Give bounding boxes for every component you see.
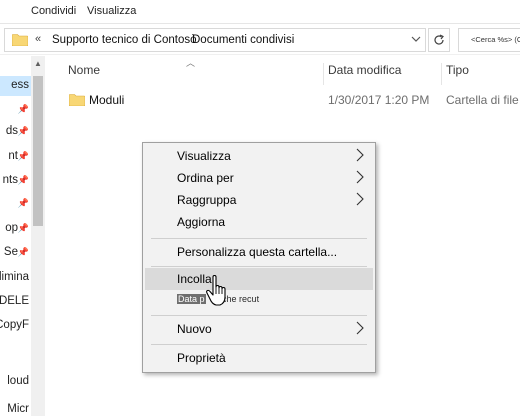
file-name: Moduli xyxy=(89,93,125,107)
navigation-pane: ess 📌 ds📌 nt📌 nts📌 📌 op📌 Se📌 f elimina D… xyxy=(0,56,31,416)
address-row: « Supporto tecnico di Contosò Documenti … xyxy=(0,25,520,55)
pin-icon: 📌 xyxy=(17,151,29,161)
nav-scrollbar[interactable]: ▲ xyxy=(31,56,45,416)
scroll-up-icon[interactable]: ▲ xyxy=(31,56,45,72)
menu-item-new[interactable]: Nuovo xyxy=(145,318,373,340)
menu-separator xyxy=(151,238,367,239)
breadcrumb-item[interactable]: Documenti condivisi xyxy=(192,34,294,46)
nav-item[interactable]: 📌 xyxy=(0,100,31,120)
search-input[interactable]: <Cerca %s> (Ct xyxy=(458,28,520,52)
column-header-type[interactable]: Tipo xyxy=(441,63,520,85)
submenu-arrow-icon xyxy=(356,321,364,335)
nav-item[interactable]: f elimina xyxy=(0,268,31,288)
nav-item[interactable]: CopyF xyxy=(0,316,31,336)
nav-item[interactable]: op 📌 xyxy=(0,219,31,239)
back-chevron-icon[interactable]: « xyxy=(35,33,41,45)
pin-icon: 📌 xyxy=(17,175,29,185)
column-header-date[interactable]: Data modifica xyxy=(323,63,440,85)
address-bar[interactable]: « Supporto tecnico di Contosò Documenti … xyxy=(4,28,426,52)
ribbon-tabs: Condividi Visualizza xyxy=(0,0,520,24)
nav-item[interactable]: ess xyxy=(0,76,31,96)
menu-item-customize-folder[interactable]: Personalizza questa cartella... xyxy=(145,241,373,263)
submenu-arrow-icon xyxy=(356,170,364,184)
menu-item-refresh[interactable]: Aggiorna xyxy=(145,211,373,233)
nav-item[interactable]: nts 📌 xyxy=(0,171,31,191)
submenu-arrow-icon xyxy=(356,192,364,206)
nav-item[interactable]: loud xyxy=(0,372,31,392)
nav-item[interactable]: DELE xyxy=(0,292,31,312)
folder-icon xyxy=(69,94,85,106)
folder-icon xyxy=(12,34,28,46)
pin-icon: 📌 xyxy=(17,104,29,114)
pin-icon: 📌 xyxy=(17,126,29,136)
chevron-down-icon[interactable] xyxy=(411,32,421,49)
pin-icon: 📌 xyxy=(17,247,29,257)
nav-item[interactable]: Se 📌 xyxy=(0,243,31,263)
menu-item-view[interactable]: Visualizza xyxy=(145,145,373,167)
refresh-button[interactable] xyxy=(428,28,450,52)
menu-item-paste[interactable]: Incolla xyxy=(145,268,373,290)
nav-item[interactable]: Micr xyxy=(0,400,31,416)
tab-share[interactable]: Condividi xyxy=(31,5,76,17)
list-item[interactable]: Moduli 1/30/2017 1:20 PM Cartella di fil… xyxy=(64,90,520,112)
menu-item-properties[interactable]: Proprietà xyxy=(145,347,373,369)
breadcrumb-item[interactable]: Supporto tecnico di Contosò xyxy=(52,34,196,46)
pin-icon: 📌 xyxy=(17,198,29,208)
submenu-arrow-icon xyxy=(356,148,364,162)
column-header-name[interactable]: Nome xyxy=(64,63,322,85)
hand-cursor-icon xyxy=(206,275,226,306)
file-type: Cartella di file xyxy=(446,93,519,107)
menu-separator xyxy=(151,315,367,316)
nav-item[interactable]: 📌 xyxy=(0,194,31,214)
menu-separator xyxy=(151,344,367,345)
refresh-icon xyxy=(434,34,444,45)
nav-item[interactable]: nt 📌 xyxy=(0,147,31,167)
nav-item[interactable]: ds 📌 xyxy=(0,122,31,142)
search-placeholder: <Cerca %s> (Ct xyxy=(471,35,520,44)
menu-item-group-by[interactable]: Raggruppa xyxy=(145,189,373,211)
context-menu: Visualizza Ordina per Raggruppa Aggiorna… xyxy=(142,142,376,373)
tab-view[interactable]: Visualizza xyxy=(87,5,136,17)
scroll-thumb[interactable] xyxy=(33,76,43,226)
nav-item[interactable] xyxy=(0,340,31,360)
menu-item-sort-by[interactable]: Ordina per xyxy=(145,167,373,189)
file-date: 1/30/2017 1:20 PM xyxy=(328,93,430,107)
pin-icon: 📌 xyxy=(17,223,29,233)
menu-separator xyxy=(151,266,367,267)
